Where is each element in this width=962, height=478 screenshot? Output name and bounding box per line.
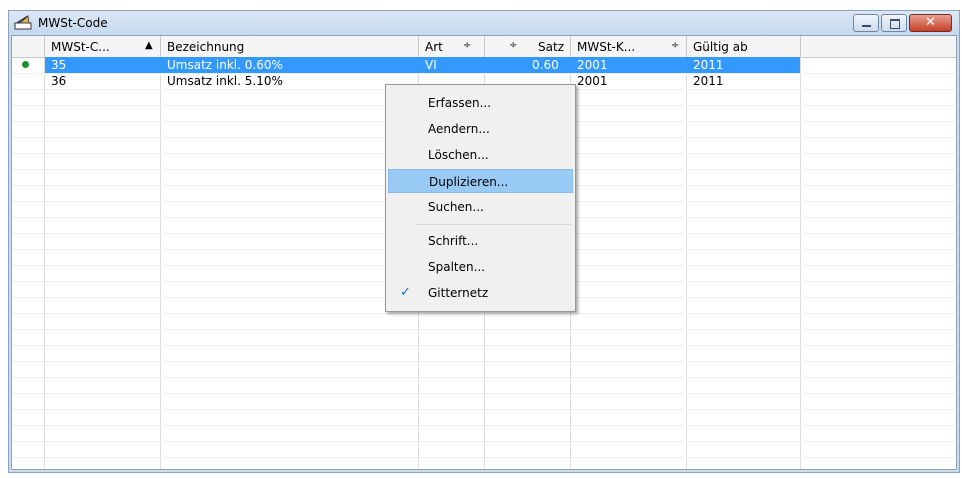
sort-toggle-icon: ÷ <box>509 40 518 51</box>
column-header-satz[interactable]: ÷ Satz <box>485 36 571 57</box>
menu-separator <box>416 224 571 225</box>
menu-item-duplizieren[interactable]: Duplizieren... <box>388 169 573 193</box>
window-title: MWSt-Code <box>38 16 108 30</box>
column-header-label: Satz <box>538 40 564 54</box>
cell-gueltig-ab: 2011 <box>693 58 724 72</box>
row-divider <box>12 441 956 442</box>
row-indicator-header <box>12 36 45 57</box>
sort-ascending-icon: ▲ <box>145 40 153 51</box>
cell-gueltig-ab: 2011 <box>693 74 724 88</box>
app-icon <box>14 15 32 30</box>
row-divider <box>12 409 956 410</box>
column-header-art[interactable]: Art ÷ <box>419 36 485 57</box>
cell-konto: 2001 <box>577 58 608 72</box>
cell-bezeichnung: Umsatz inkl. 5.10% <box>167 74 283 88</box>
menu-item-aendern[interactable]: Aendern... <box>388 117 573 141</box>
row-divider <box>12 377 956 378</box>
column-divider <box>160 57 161 469</box>
menu-item-loeschen[interactable]: Löschen... <box>388 143 573 167</box>
maximize-button[interactable] <box>881 14 907 32</box>
maximize-icon <box>890 19 900 29</box>
column-divider <box>686 57 687 469</box>
menu-item-gitternetz[interactable]: ✓ Gitternetz <box>388 281 573 305</box>
menu-item-spalten[interactable]: Spalten... <box>388 255 573 279</box>
minimize-icon <box>862 25 871 27</box>
row-divider <box>12 425 956 426</box>
row-selection-highlight <box>45 57 800 73</box>
column-divider <box>44 57 45 469</box>
menu-item-label: Gitternetz <box>428 286 489 300</box>
cell-code: 35 <box>51 58 67 72</box>
row-divider <box>12 457 956 458</box>
column-header-label: Art <box>425 40 443 54</box>
grid-header: MWSt-C... ▲ Bezeichnung Art ÷ ÷ Satz MWS… <box>12 36 956 58</box>
column-divider <box>800 57 801 469</box>
column-header-label: MWSt-K... <box>577 40 636 54</box>
close-button[interactable]: ✕ <box>909 14 952 32</box>
column-header-label: MWSt-C... <box>51 40 110 54</box>
column-header-gueltig-ab[interactable]: Gültig ab <box>687 36 801 57</box>
table-row[interactable]: 35 Umsatz inkl. 0.60% VI 0.60 2001 2011 <box>12 57 956 73</box>
minimize-button[interactable] <box>853 14 879 32</box>
column-header-mwst-code[interactable]: MWSt-C... ▲ <box>45 36 161 57</box>
cell-konto: 2001 <box>577 74 608 88</box>
cell-art: VI <box>425 58 437 72</box>
column-header-label: Bezeichnung <box>167 40 245 54</box>
row-divider <box>12 329 956 330</box>
column-header-label: Gültig ab <box>693 40 748 54</box>
current-row-indicator <box>22 61 29 68</box>
row-divider <box>12 345 956 346</box>
column-header-bezeichnung[interactable]: Bezeichnung <box>161 36 419 57</box>
context-menu: Erfassen... Aendern... Löschen... Dupliz… <box>385 84 576 312</box>
row-divider <box>12 393 956 394</box>
close-icon: ✕ <box>925 15 936 30</box>
sort-toggle-icon: ÷ <box>463 40 472 51</box>
checkmark-icon: ✓ <box>400 285 411 300</box>
cell-code: 36 <box>51 74 67 88</box>
title-bar[interactable]: MWSt-Code ✕ <box>9 11 959 35</box>
row-divider <box>12 313 956 314</box>
menu-item-erfassen[interactable]: Erfassen... <box>388 91 573 115</box>
cell-bezeichnung: Umsatz inkl. 0.60% <box>167 58 283 72</box>
menu-item-suchen[interactable]: Suchen... <box>388 195 573 219</box>
column-header-mwst-konto[interactable]: MWSt-K... ÷ <box>571 36 687 57</box>
cell-satz: 0.60 <box>532 58 559 72</box>
row-divider <box>12 361 956 362</box>
sort-toggle-icon: ÷ <box>671 40 680 51</box>
menu-item-schrift[interactable]: Schrift... <box>388 229 573 253</box>
